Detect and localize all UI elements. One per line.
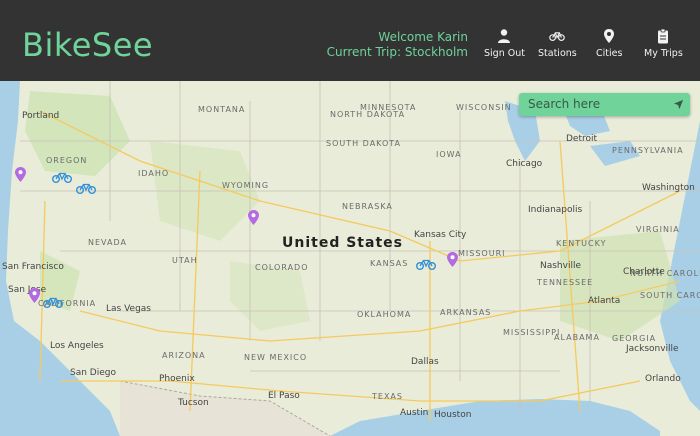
city-label: Las Vegas xyxy=(106,304,151,314)
clipboard-icon xyxy=(658,28,669,44)
state-label: WISCONSIN xyxy=(456,103,512,112)
city-label: Dallas xyxy=(411,357,439,367)
stations-label: Stations xyxy=(538,48,577,59)
city-label: Austin xyxy=(400,408,429,418)
pin-icon xyxy=(604,29,615,43)
city-label: Orlando xyxy=(645,374,681,384)
search-placeholder: Search here xyxy=(528,97,601,111)
state-label: TEXAS xyxy=(372,392,403,401)
state-label: WYOMING xyxy=(222,181,270,190)
my-trips-button[interactable]: My Trips xyxy=(644,28,683,59)
state-label: NEBRASKA xyxy=(342,202,393,211)
state-label: ARIZONA xyxy=(162,351,206,360)
state-label: OREGON xyxy=(46,156,88,165)
city-label: San Jose xyxy=(8,285,47,295)
state-label: IDAHO xyxy=(138,169,170,178)
cities-button[interactable]: Cities xyxy=(596,28,622,59)
city-label: Phoenix xyxy=(159,374,195,384)
city-label: Charlotte xyxy=(623,267,665,277)
city-pin-icon[interactable] xyxy=(15,167,26,182)
state-label: ARKANSAS xyxy=(440,308,492,317)
state-label: MONTANA xyxy=(198,105,246,114)
state-label: SOUTH CAROLINA xyxy=(640,291,700,300)
city-label: Atlanta xyxy=(588,296,621,306)
state-label: OKLAHOMA xyxy=(357,310,412,319)
bike-icon xyxy=(549,32,566,41)
welcome-text: Welcome Karin xyxy=(378,30,468,44)
city-label: Indianapolis xyxy=(528,205,583,215)
city-label: Houston xyxy=(434,410,472,420)
bike-station-icon[interactable] xyxy=(76,182,96,194)
city-label: Chicago xyxy=(506,159,543,169)
app-logo[interactable]: BikeSee xyxy=(22,26,153,64)
my-trips-label: My Trips xyxy=(644,48,683,59)
state-label: KENTUCKY xyxy=(556,239,607,248)
bike-station-icon[interactable] xyxy=(52,171,72,183)
city-pin-icon[interactable] xyxy=(29,288,40,303)
search-input[interactable]: Search here xyxy=(519,93,690,116)
state-label: NEW MEXICO xyxy=(244,353,308,362)
city-pin-icon[interactable] xyxy=(447,252,458,267)
state-label: UTAH xyxy=(172,256,198,265)
state-label: TENNESSEE xyxy=(537,278,594,287)
city-label: Washington xyxy=(642,183,695,193)
state-label: NORTH DAKOTA xyxy=(330,110,406,119)
state-label: ALABAMA xyxy=(554,333,600,342)
sign-out-label: Sign Out xyxy=(484,48,525,59)
cities-label: Cities xyxy=(596,48,623,59)
state-label: MISSOURI xyxy=(458,249,506,258)
state-label: COLORADO xyxy=(255,263,309,272)
city-label: Kansas City xyxy=(414,230,467,240)
app-root: BikeSee Welcome Karin Current Trip: Stoc… xyxy=(0,0,700,436)
state-label: MISSISSIPPI xyxy=(503,328,561,337)
country-label: United States xyxy=(282,235,403,251)
city-label: Nashville xyxy=(540,261,582,271)
user-icon xyxy=(498,29,511,43)
state-label: PENNSYLVANIA xyxy=(612,146,684,155)
sign-out-button[interactable]: Sign Out xyxy=(484,28,525,59)
state-label: NEVADA xyxy=(88,238,127,247)
state-label: IOWA xyxy=(436,150,462,159)
state-label: KANSAS xyxy=(370,259,409,268)
city-label: Tucson xyxy=(178,398,209,408)
current-trip-text: Current Trip: Stockholm xyxy=(326,45,468,59)
city-label: Los Angeles xyxy=(50,341,104,351)
city-label: Detroit xyxy=(566,134,598,144)
state-label: SOUTH DAKOTA xyxy=(326,139,402,148)
bike-station-icon[interactable] xyxy=(416,258,436,270)
city-label: San Diego xyxy=(70,368,116,378)
city-label: San Francisco xyxy=(2,262,64,272)
city-pin-icon[interactable] xyxy=(248,210,259,225)
stations-button[interactable]: Stations xyxy=(538,28,577,59)
state-label: GEORGIA xyxy=(612,334,657,343)
bike-station-icon[interactable] xyxy=(43,296,63,308)
map-view[interactable]: MINNESOTA OREGON IDAHO WYOMING SOUTH DAK… xyxy=(0,81,700,436)
city-label: Jacksonville xyxy=(626,344,679,354)
navigate-arrow-icon[interactable] xyxy=(673,99,684,110)
state-label: VIRGINIA xyxy=(636,225,680,234)
city-label: Portland xyxy=(22,111,60,121)
header-bar: BikeSee Welcome Karin Current Trip: Stoc… xyxy=(0,0,700,81)
welcome-block: Welcome Karin Current Trip: Stockholm xyxy=(327,30,468,60)
city-label: El Paso xyxy=(268,391,300,401)
